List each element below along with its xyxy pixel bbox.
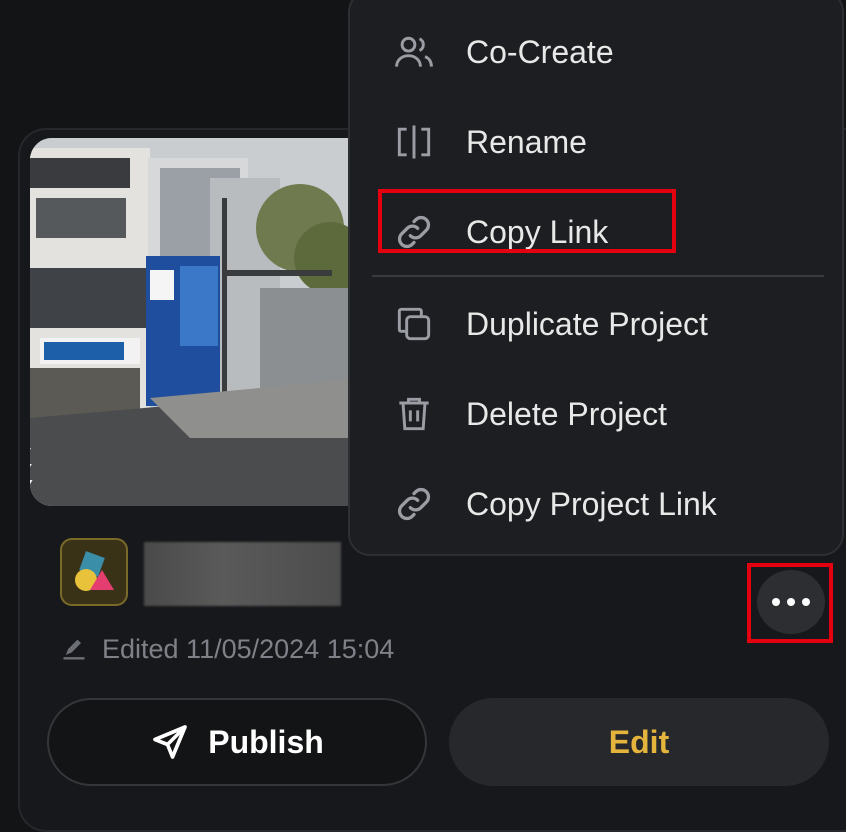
menu-item-label: Copy Project Link bbox=[466, 485, 717, 522]
menu-item-label: Rename bbox=[466, 123, 587, 160]
project-context-menu: Co-Create Rename Copy Link Duplicate Pro… bbox=[348, 0, 844, 556]
menu-item-duplicate-project[interactable]: Duplicate Project bbox=[390, 294, 708, 354]
edit-label: Edit bbox=[608, 723, 670, 760]
edit-button[interactable]: Edit bbox=[449, 698, 829, 786]
pencil-icon bbox=[63, 639, 85, 660]
highlight-box-more bbox=[747, 563, 833, 643]
menu-item-copy-project-link[interactable]: Copy Project Link bbox=[390, 474, 717, 534]
project-type-icon bbox=[60, 538, 128, 606]
project-thumbnail[interactable] bbox=[30, 138, 370, 506]
edited-timestamp: Edited 11/05/2024 15:04 bbox=[60, 632, 394, 666]
project-name-redacted bbox=[144, 542, 341, 606]
duplicate-icon bbox=[390, 300, 438, 348]
trash-icon bbox=[390, 390, 438, 438]
send-icon bbox=[153, 725, 188, 759]
menu-item-delete-project[interactable]: Delete Project bbox=[390, 384, 667, 444]
menu-item-co-create[interactable]: Co-Create bbox=[390, 22, 614, 82]
menu-item-label: Duplicate Project bbox=[466, 305, 708, 342]
users-icon bbox=[390, 28, 438, 76]
menu-item-label: Delete Project bbox=[466, 395, 667, 432]
menu-item-rename[interactable]: Rename bbox=[390, 112, 587, 172]
rename-icon bbox=[390, 118, 438, 166]
publish-button[interactable]: Publish bbox=[47, 698, 427, 786]
menu-divider bbox=[372, 275, 824, 277]
publish-label: Publish bbox=[208, 723, 324, 760]
link-icon bbox=[390, 480, 438, 528]
edited-text: Edited 11/05/2024 15:04 bbox=[102, 633, 395, 664]
menu-item-label: Co-Create bbox=[466, 33, 614, 70]
highlight-box-copy-link bbox=[378, 189, 676, 253]
